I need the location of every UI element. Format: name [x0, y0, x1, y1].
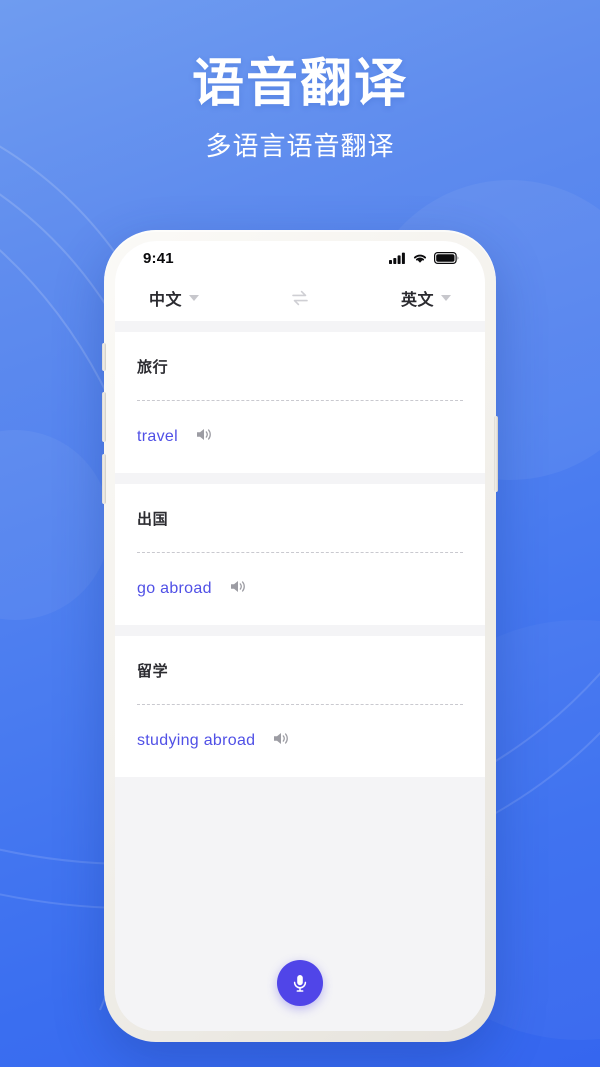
- phone-volume-down-button[interactable]: [102, 454, 106, 504]
- chevron-down-icon: [441, 295, 451, 301]
- poster-root: 语音翻译 多语言语音翻译 9:41 中文 英文 旅行 travel 出国 go …: [0, 0, 600, 1067]
- list-gap: [115, 321, 485, 332]
- record-button[interactable]: [277, 960, 323, 1006]
- list-gap: [115, 625, 485, 636]
- status-icons: [389, 252, 459, 264]
- source-text: 出国: [137, 510, 169, 528]
- list-gap: [115, 473, 485, 484]
- wifi-icon: [413, 254, 427, 263]
- language-bar: 中文 英文: [115, 275, 485, 321]
- speaker-button[interactable]: [196, 427, 214, 447]
- speaker-icon: [196, 429, 211, 440]
- swap-languages-button[interactable]: [286, 284, 314, 312]
- speaker-icon: [274, 733, 289, 744]
- source-text: 旅行: [137, 358, 169, 376]
- translation-card[interactable]: 出国 go abroad: [115, 484, 485, 625]
- translation-row: travel: [137, 401, 463, 473]
- target-language-label: 英文: [400, 292, 434, 309]
- phone-power-button[interactable]: [494, 416, 498, 492]
- phone-volume-up-button[interactable]: [102, 392, 106, 442]
- source-language-selector[interactable]: 中文: [149, 286, 200, 310]
- cellular-signal-icon: [389, 252, 405, 264]
- source-text: 留学: [137, 662, 169, 680]
- page-title: 语音翻译: [191, 55, 408, 113]
- swap-arrows-icon: [292, 290, 308, 306]
- chevron-down-icon: [189, 295, 200, 301]
- translation-list[interactable]: 旅行 travel 出国 go abroad 留学 studying abroa…: [115, 321, 485, 1031]
- translation-row: studying abroad: [137, 705, 463, 777]
- page-subtitle: 多语言语音翻译: [205, 131, 395, 162]
- translation-card[interactable]: 旅行 travel: [115, 332, 485, 473]
- translation-text: studying abroad: [137, 732, 256, 749]
- microphone-icon: [293, 975, 307, 992]
- source-language-label: 中文: [149, 292, 183, 309]
- target-language-selector[interactable]: 英文: [401, 286, 451, 310]
- speaker-button[interactable]: [230, 579, 248, 599]
- status-bar: 9:41: [115, 241, 485, 275]
- speaker-button[interactable]: [273, 731, 291, 751]
- translation-text: go abroad: [137, 580, 212, 597]
- speaker-icon: [230, 581, 245, 592]
- translation-card[interactable]: 留学 studying abroad: [115, 636, 485, 777]
- deco-circle-left: [0, 430, 110, 620]
- translation-text: travel: [137, 428, 178, 445]
- phone-mockup: 9:41 中文 英文 旅行 travel 出国 go abroad 留学 stu…: [102, 230, 498, 1042]
- phone-screen: 9:41 中文 英文 旅行 travel 出国 go abroad 留学 stu…: [115, 241, 485, 1031]
- status-time: 9:41: [143, 249, 174, 267]
- battery-full-icon: [434, 252, 459, 264]
- translation-row: go abroad: [137, 553, 463, 625]
- phone-mute-switch[interactable]: [102, 343, 106, 371]
- title-block: 语音翻译 多语言语音翻译: [0, 54, 600, 163]
- list-empty-space: [115, 777, 485, 935]
- mic-bar: [115, 935, 485, 1031]
